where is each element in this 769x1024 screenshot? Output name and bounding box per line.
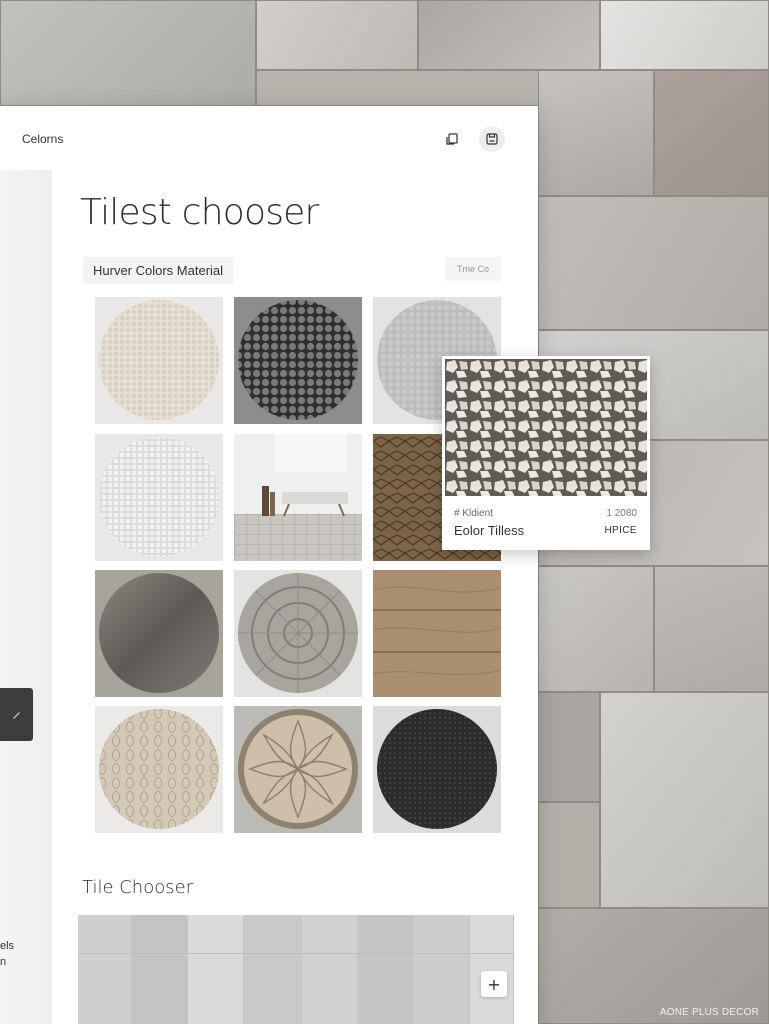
app-window: Celorns els n Tilest chooser Hurver Colo… — [0, 106, 538, 1024]
watermark-text: AONE PLUS DECOR — [659, 1007, 759, 1018]
beige-leaf-tile[interactable] — [95, 706, 223, 833]
main-content: Tilest chooser Hurver Colors Material Tm… — [52, 170, 538, 1024]
room-scene-tile[interactable] — [234, 434, 362, 561]
section-title: Tile Chooser — [82, 877, 194, 898]
ornamental-grey-tile[interactable] — [234, 570, 362, 697]
wood-plank-tile[interactable] — [373, 570, 501, 697]
tile-strip-preview: + — [78, 915, 514, 1024]
save-icon[interactable] — [479, 126, 505, 152]
sidebar-active-button[interactable] — [0, 688, 33, 741]
add-button[interactable]: + — [481, 971, 507, 997]
tile-preview-card[interactable]: # Kldient 1 2080 Eolor Tilless HPICE — [442, 356, 650, 550]
app-label: Celorns — [22, 132, 64, 146]
sidebar-text-line-2: n — [0, 956, 7, 968]
dark-pebble-tile[interactable] — [234, 297, 362, 424]
page-title: Tilest chooser — [80, 192, 319, 233]
preview-number: 1 2080 — [606, 508, 637, 519]
filter-chip[interactable]: Hurver Colors Material — [83, 257, 234, 284]
sidebar-text: els n — [0, 938, 50, 970]
sidebar: els n — [0, 170, 52, 1024]
top-bar: Celorns — [0, 106, 538, 170]
sidebar-text-line-1: els — [0, 940, 15, 952]
preview-name: Eolor Tilless — [454, 523, 525, 538]
carved-plate-tile[interactable] — [234, 706, 362, 833]
white-mosaic-tile[interactable] — [95, 434, 223, 561]
black-granite-tile[interactable] — [373, 706, 501, 833]
copy-icon[interactable] — [439, 126, 465, 152]
cobblestone-preview-image — [445, 359, 647, 496]
pencil-icon — [12, 711, 20, 719]
filter-chip-secondary[interactable]: Tme Co — [445, 257, 501, 281]
cream-mosaic-tile[interactable] — [95, 297, 223, 424]
dark-marble-tile[interactable] — [95, 570, 223, 697]
preview-price: HPICE — [604, 525, 637, 536]
preview-kicker: # Kldient — [454, 508, 493, 519]
